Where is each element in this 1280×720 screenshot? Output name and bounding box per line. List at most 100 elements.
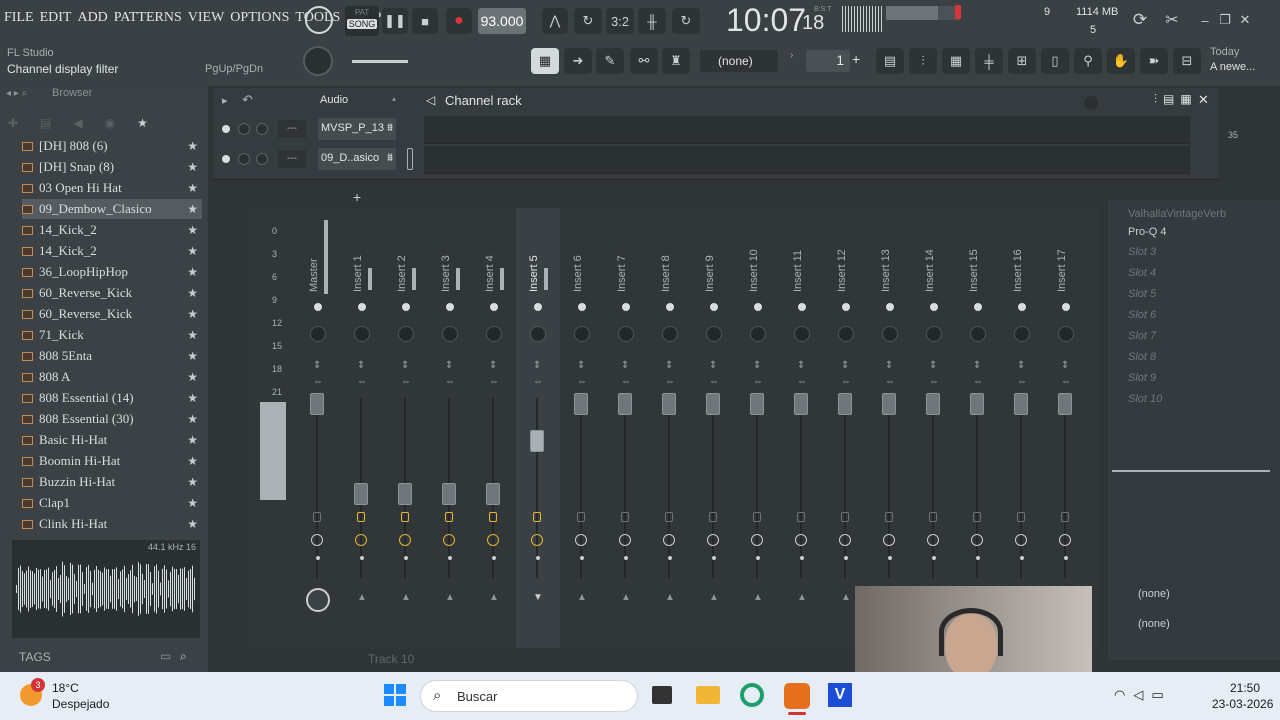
route-dot[interactable] — [1064, 556, 1068, 560]
lock-icon[interactable] — [533, 512, 541, 522]
touch-window-button[interactable]: ✋ — [1107, 48, 1135, 74]
mixer-strip[interactable]: Insert 7 ⇕ ⇔ ▲ — [604, 208, 648, 648]
lock-icon[interactable] — [401, 512, 409, 522]
browser-item[interactable]: 09_Dembow_Clasico ★ — [22, 199, 202, 219]
star-icon[interactable]: ★ — [187, 328, 198, 343]
mute-indicator[interactable] — [930, 303, 938, 311]
mixer-strip[interactable]: Insert 17⇕⇔▲ — [1044, 208, 1088, 648]
route-arrow-icon[interactable]: ▲ — [489, 592, 499, 603]
master-pitch-knob[interactable] — [303, 46, 333, 76]
browser-item[interactable]: 71_Kick ★ — [22, 325, 202, 345]
lock-icon[interactable] — [445, 512, 453, 522]
piano-roll-window-button[interactable]: ⫶ — [909, 48, 937, 74]
volume-fader[interactable] — [706, 393, 720, 415]
mixer-strip[interactable]: Insert 9 ⇕ ⇔ ▲ — [692, 208, 736, 648]
pan-knob[interactable] — [398, 326, 414, 342]
clock-icon[interactable] — [927, 534, 939, 546]
star-icon[interactable]: ★ — [187, 181, 198, 196]
mixer-strip[interactable]: Insert 16⇕⇔▲ — [1000, 208, 1044, 648]
lock-icon[interactable] — [973, 512, 981, 522]
clock-icon[interactable] — [443, 534, 455, 546]
star-icon[interactable]: ★ — [187, 370, 198, 385]
star-icon[interactable]: ★ — [187, 307, 198, 322]
minimize-button[interactable]: – — [1196, 10, 1214, 30]
stereo-arrows-icon[interactable]: ⇕ — [841, 360, 849, 371]
mute-indicator[interactable] — [842, 303, 850, 311]
channel-steps[interactable] — [424, 146, 1190, 174]
volume-knob[interactable] — [256, 123, 268, 135]
basket-window-button[interactable]: ⊟ — [1173, 48, 1201, 74]
pan-knob[interactable] — [1058, 326, 1074, 342]
clock-icon[interactable] — [399, 534, 411, 546]
route-dot[interactable] — [668, 556, 672, 560]
stereo-arrows-icon[interactable]: ⇕ — [929, 360, 937, 371]
swap-arrows-icon[interactable]: ⇔ — [621, 376, 631, 387]
star-icon[interactable]: ★ — [187, 244, 198, 259]
mixer-strip[interactable]: Insert 2 ⇕ ⇔ ▲ — [384, 208, 428, 648]
browser-item[interactable]: 808 Essential (30) ★ — [22, 409, 202, 429]
volume-fader[interactable] — [1014, 393, 1028, 415]
link-button[interactable]: ⚯ — [630, 48, 658, 74]
volume-fader[interactable] — [310, 393, 324, 415]
lock-icon[interactable] — [1017, 512, 1025, 522]
main-volume-slider[interactable] — [352, 60, 408, 63]
fx-slot[interactable]: Slot 6 — [1128, 309, 1156, 321]
brush-button[interactable]: ✎ — [596, 48, 624, 74]
mute-indicator[interactable] — [534, 303, 542, 311]
clock-icon[interactable] — [751, 534, 763, 546]
tray-icons[interactable]: ◠◁▭ — [1114, 687, 1172, 703]
volume-fader[interactable] — [486, 483, 500, 505]
swap-arrows-icon[interactable]: ⇔ — [665, 376, 675, 387]
swing-knob[interactable] — [1084, 96, 1098, 110]
star-icon[interactable]: ★ — [187, 454, 198, 469]
stereo-arrows-icon[interactable]: ⇕ — [577, 360, 585, 371]
rack-options-icon[interactable]: ▸ — [222, 94, 228, 107]
stereo-arrows-icon[interactable]: ⇕ — [489, 360, 497, 371]
star-icon[interactable]: ★ — [187, 475, 198, 490]
pan-knob[interactable] — [530, 326, 546, 342]
refresh-button[interactable]: ⟳ — [1128, 8, 1152, 32]
cut-tool-button[interactable]: ✂ — [1160, 8, 1184, 32]
stereo-arrows-icon[interactable]: ⇕ — [357, 360, 365, 371]
mixer-strip[interactable]: Insert 14⇕⇔▲ — [912, 208, 956, 648]
typing-keyboard-button[interactable]: ▦ — [531, 48, 559, 74]
pan-knob[interactable] — [486, 326, 502, 342]
countdown-button[interactable]: 3:2 — [606, 8, 634, 34]
browser-item[interactable]: 60_Reverse_Kick ★ — [22, 283, 202, 303]
snap-button[interactable]: ➜ — [564, 48, 592, 74]
pan-knob[interactable] — [882, 326, 898, 342]
star-icon[interactable]: ★ — [187, 286, 198, 301]
stereo-arrows-icon[interactable]: ⇕ — [1061, 360, 1069, 371]
swap-arrows-icon[interactable]: ⇔ — [885, 376, 895, 387]
channel-steps[interactable] — [424, 116, 1190, 144]
volume-fader[interactable] — [442, 483, 456, 505]
stereo-arrows-icon[interactable]: ⇕ — [1017, 360, 1025, 371]
lock-icon[interactable] — [665, 512, 673, 522]
stereo-arrows-icon[interactable]: ⇕ — [401, 360, 409, 371]
tempo-display[interactable]: 93.000 — [478, 8, 526, 34]
swap-arrows-icon[interactable]: ⇔ — [533, 376, 543, 387]
browser-item[interactable]: Clap1 ★ — [22, 493, 202, 513]
clock-icon[interactable] — [487, 534, 499, 546]
app-v-icon[interactable]: V — [828, 683, 852, 707]
browser-item[interactable]: 60_Reverse_Kick ★ — [22, 304, 202, 324]
channel-name-button[interactable]: MVSP_P_13 ⩩ — [318, 118, 396, 140]
search-box[interactable]: ⌕ Buscar — [420, 680, 638, 712]
fx-slot-1[interactable]: ValhallaVintageVerb — [1128, 208, 1226, 220]
pan-knob[interactable] — [238, 123, 250, 135]
wait-record-button[interactable]: ↻ — [574, 8, 602, 34]
mixer-strip[interactable]: Insert 5 ⇕ ⇔ ▼ — [516, 208, 560, 648]
clock-icon[interactable] — [619, 534, 631, 546]
route-dot[interactable] — [976, 556, 980, 560]
fx-mix-slider[interactable] — [1112, 470, 1270, 472]
pan-knob[interactable] — [970, 326, 986, 342]
lock-icon[interactable] — [797, 512, 805, 522]
star-icon[interactable]: ★ — [187, 139, 198, 154]
stereo-arrows-icon[interactable]: ⇕ — [885, 360, 893, 371]
route-dot[interactable] — [888, 556, 892, 560]
file-explorer-icon[interactable] — [696, 686, 720, 704]
clock-icon[interactable] — [839, 534, 851, 546]
mute-indicator[interactable] — [622, 303, 630, 311]
channel-filter-dropdown[interactable]: Audio ▴ — [320, 94, 398, 110]
route-dot[interactable] — [360, 556, 364, 560]
